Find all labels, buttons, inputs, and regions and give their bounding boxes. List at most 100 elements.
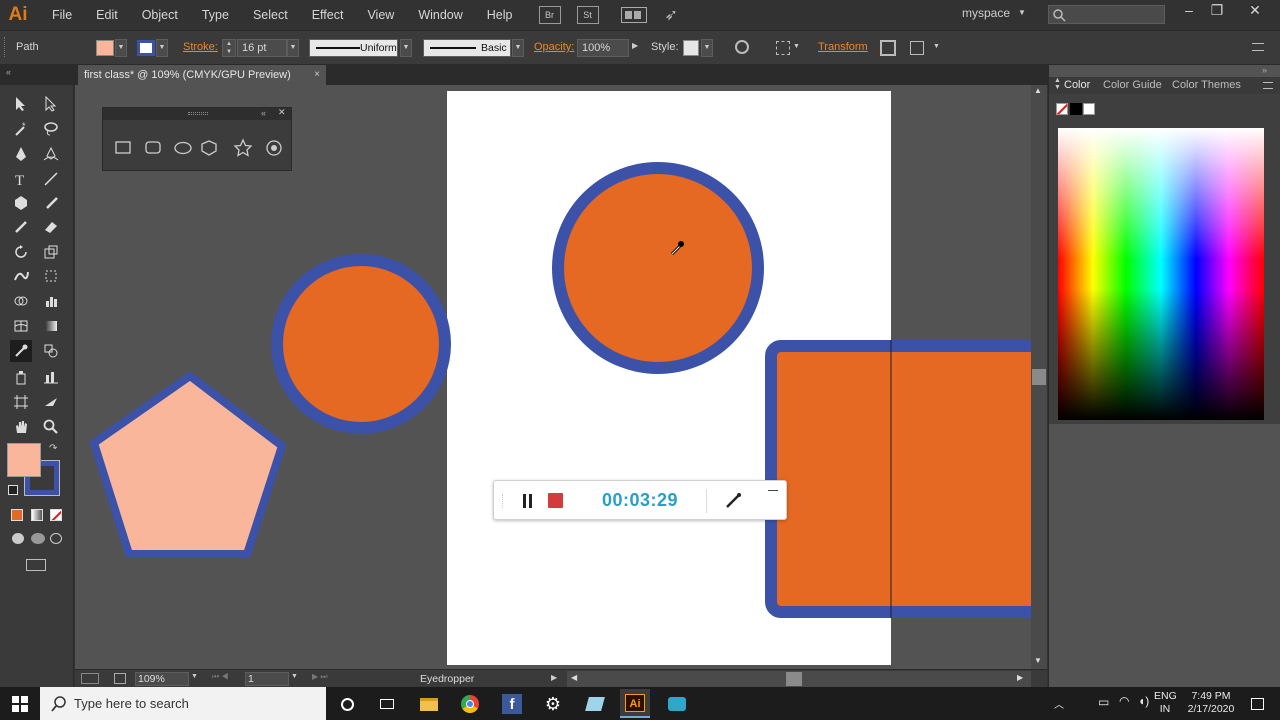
chrome-icon[interactable]	[457, 691, 483, 717]
rounded-rectangle-tool-icon[interactable]	[145, 141, 161, 154]
pause-button[interactable]	[523, 494, 533, 508]
opacity-label[interactable]: Opacity:	[534, 41, 574, 53]
color-spectrum-picker[interactable]	[1058, 128, 1264, 420]
windows-start-icon[interactable]	[12, 696, 28, 712]
none-mode-button[interactable]	[50, 509, 62, 521]
opacity-input[interactable]: 100%	[577, 39, 629, 57]
fill-color-swatch[interactable]	[96, 40, 114, 56]
wifi-icon[interactable]: ◠	[1119, 694, 1129, 708]
cortana-icon[interactable]	[334, 691, 360, 717]
scroll-up-icon[interactable]: ▲	[1034, 86, 1042, 95]
horizontal-scrollbar[interactable]: ◀ ▶	[567, 671, 1031, 687]
collapse-toolbox-icon[interactable]: «	[6, 67, 11, 77]
direct-selection-tool[interactable]	[40, 93, 62, 115]
draw-pen-icon[interactable]	[724, 492, 742, 510]
panel-header[interactable]: « ✕	[103, 107, 291, 120]
eraser-tool[interactable]	[40, 216, 62, 238]
tab-color-themes[interactable]: Color Themes	[1172, 79, 1241, 91]
slice-tool[interactable]	[40, 391, 62, 413]
draw-inside-icon[interactable]	[50, 533, 62, 544]
lasso-tool[interactable]	[40, 118, 62, 140]
opacity-arrow-icon[interactable]: ▶	[632, 41, 638, 50]
draw-behind-icon[interactable]	[31, 533, 45, 544]
menu-window[interactable]: Window	[406, 0, 474, 30]
scroll-thumb[interactable]	[786, 672, 802, 686]
draw-normal-icon[interactable]	[12, 533, 24, 544]
updown-arrows-icon[interactable]: ▲ ▼	[1054, 77, 1061, 91]
stroke-label[interactable]: Stroke:	[183, 41, 218, 53]
free-transform-tool[interactable]	[40, 265, 62, 287]
curvature-tool[interactable]	[40, 143, 62, 165]
volume-icon[interactable]: ◖)	[1138, 694, 1149, 708]
doc-info-icon[interactable]	[81, 673, 99, 684]
panel-menu-icon[interactable]	[1252, 43, 1264, 51]
minimize-recorder-icon[interactable]	[768, 490, 778, 491]
search-stock-input[interactable]	[1048, 5, 1165, 24]
warp-tool[interactable]	[10, 265, 32, 287]
mesh-tool[interactable]	[10, 315, 32, 337]
stroke-weight-input[interactable]: 16 pt	[237, 39, 287, 57]
variable-width-profile[interactable]: Uniform	[309, 39, 398, 57]
paintbrush-tool[interactable]	[40, 192, 62, 214]
stroke-dropdown[interactable]: ▼	[156, 39, 168, 57]
symbol-sprayer-tool[interactable]	[10, 366, 32, 388]
color-mode-button[interactable]	[11, 509, 23, 521]
stroke-stepper[interactable]: ▲ ▼	[222, 39, 236, 57]
file-explorer-icon[interactable]	[416, 691, 442, 717]
isolate-object-icon[interactable]	[880, 40, 896, 56]
white-swatch[interactable]	[1083, 103, 1095, 115]
menu-help[interactable]: Help	[475, 0, 525, 30]
orange-circle-center[interactable]	[552, 162, 764, 374]
graphic-style-swatch[interactable]	[683, 40, 699, 56]
zoom-level-input[interactable]: 109%	[135, 672, 189, 686]
polygon-tool-icon[interactable]	[201, 140, 217, 156]
menu-file[interactable]: File	[40, 0, 84, 30]
battery-icon[interactable]: ▭	[1098, 695, 1109, 709]
brush-definition[interactable]: Basic	[423, 39, 511, 57]
screen-mode-icon[interactable]	[26, 559, 46, 571]
settings-gear-icon[interactable]: ⚙	[540, 691, 566, 717]
minimize-button[interactable]: –	[1174, 2, 1204, 22]
shape-transform-icon[interactable]	[910, 41, 924, 55]
action-center-icon[interactable]	[1244, 691, 1270, 717]
restore-button[interactable]: ❐	[1202, 2, 1232, 22]
recorder-app-icon[interactable]	[664, 691, 690, 717]
zoom-tool[interactable]	[40, 416, 62, 438]
artboard-number-input[interactable]: 1	[245, 672, 289, 686]
facebook-icon[interactable]: f	[499, 691, 525, 717]
app-icon[interactable]	[582, 691, 608, 717]
hand-tool[interactable]	[10, 416, 32, 438]
none-swatch[interactable]	[1056, 103, 1068, 115]
chevron-down-icon[interactable]: ▼	[191, 673, 198, 680]
menu-select[interactable]: Select	[241, 0, 300, 30]
workspace-switcher[interactable]: myspace	[962, 6, 1010, 20]
export-icon[interactable]	[114, 673, 126, 684]
rectangle-tool-icon[interactable]	[115, 141, 131, 154]
eyedropper-tool[interactable]	[10, 340, 32, 362]
align-to-icon[interactable]	[776, 41, 790, 55]
scroll-down-icon[interactable]: ▼	[1034, 656, 1042, 665]
taskbar-search-box[interactable]: Type here to search	[40, 687, 326, 720]
scroll-right-icon[interactable]: ▶	[1017, 673, 1023, 682]
scale-tool[interactable]	[40, 241, 62, 263]
chevron-down-icon[interactable]: ▼	[291, 673, 298, 680]
menu-edit[interactable]: Edit	[84, 0, 130, 30]
star-tool-icon[interactable]	[233, 138, 253, 157]
rotate-tool[interactable]	[10, 241, 32, 263]
recolor-artwork-icon[interactable]	[735, 40, 749, 54]
line-segment-tool[interactable]	[40, 168, 62, 190]
gradient-tool[interactable]	[40, 315, 62, 337]
first-artboard-icon[interactable]: ⏮ ◀	[212, 672, 229, 682]
stroke-weight-dropdown[interactable]: ▼	[287, 39, 299, 57]
swap-fill-stroke-icon[interactable]: ↷	[49, 443, 57, 454]
drag-handle-icon[interactable]	[502, 494, 505, 508]
clock[interactable]: 7:49 PM 2/17/2020	[1180, 690, 1242, 716]
selection-tool[interactable]	[10, 93, 32, 115]
orange-rounded-rectangle[interactable]	[765, 340, 1031, 618]
canvas[interactable]: « ✕ 00:03:29	[75, 85, 1031, 669]
stop-button[interactable]	[548, 493, 563, 508]
gradient-mode-button[interactable]	[31, 509, 43, 521]
shaper-tool[interactable]	[10, 216, 32, 238]
next-artboard-icon[interactable]: ▶ ⏭	[312, 672, 328, 682]
default-colors-icon[interactable]	[8, 485, 18, 495]
